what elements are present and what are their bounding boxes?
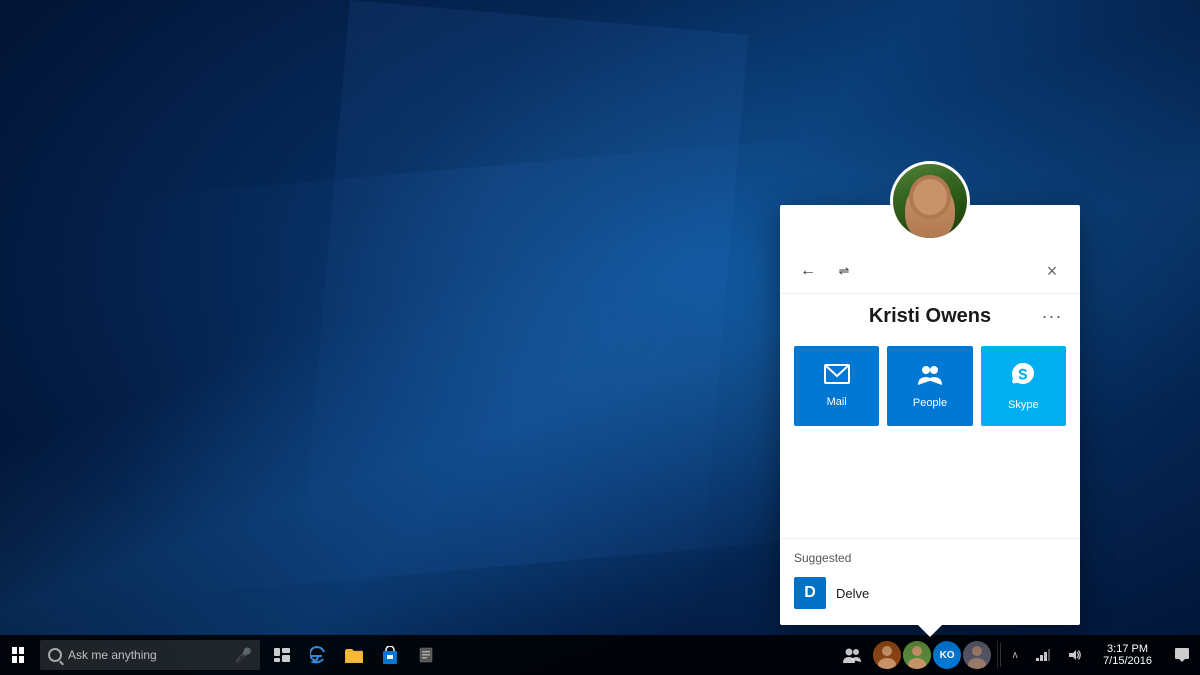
more-options-button[interactable]: ··· [1038, 302, 1066, 330]
taskbar: Ask me anything 🎤 [0, 635, 1200, 675]
contact-avatar-1[interactable] [873, 641, 901, 669]
delve-label: Delve [836, 586, 869, 601]
windows-logo [12, 647, 24, 663]
contact-avatar-3[interactable] [963, 641, 991, 669]
adjust-button[interactable]: ⇌ [830, 257, 858, 285]
avatar-container [780, 161, 1080, 241]
contact-avatar-ko[interactable]: KO [933, 641, 961, 669]
card-header: ← ⇌ × [780, 245, 1080, 294]
unknown-app-button[interactable] [408, 635, 444, 675]
contact-name: Kristi Owens [869, 305, 991, 328]
delve-icon: D [794, 577, 826, 609]
notification-button[interactable] [1164, 635, 1200, 675]
search-bar[interactable]: Ask me anything 🎤 [40, 640, 260, 670]
taskbar-contacts: KO [867, 641, 998, 669]
skype-tile-label: Skype [1008, 399, 1039, 411]
file-explorer-button[interactable] [336, 635, 372, 675]
system-tray-overflow[interactable]: ∧ [1003, 635, 1027, 675]
mail-icon [824, 364, 850, 390]
taskbar-right: KO ∧ [837, 635, 1200, 675]
system-clock[interactable]: 3:17 PM 7/15/2016 [1091, 635, 1164, 675]
clock-date: 7/15/2016 [1103, 655, 1152, 667]
task-view-button[interactable] [264, 635, 300, 675]
edge-button[interactable] [300, 635, 336, 675]
card-name-row: Kristi Owens ··· [780, 294, 1080, 334]
suggested-label: Suggested [794, 551, 1066, 565]
search-placeholder-text: Ask me anything [68, 648, 157, 662]
contact-avatar [890, 161, 970, 241]
network-settings-button[interactable] [1027, 635, 1059, 675]
taskbar-divider [1000, 643, 1001, 667]
card-empty-area [780, 438, 1080, 538]
card-header-left: ← ⇌ [794, 257, 858, 285]
search-icon [48, 648, 62, 662]
contact-avatar-2[interactable] [903, 641, 931, 669]
start-button[interactable] [0, 635, 36, 675]
people-tile[interactable]: People [887, 346, 972, 426]
skype-tile[interactable]: Skype [981, 346, 1066, 426]
clock-time: 3:17 PM [1107, 643, 1148, 655]
mail-tile-label: Mail [827, 396, 847, 408]
store-button[interactable] [372, 635, 408, 675]
close-button[interactable]: × [1038, 257, 1066, 285]
mail-tile[interactable]: Mail [794, 346, 879, 426]
mic-icon[interactable]: 🎤 [235, 647, 252, 664]
volume-icon[interactable] [1059, 635, 1091, 675]
taskbar-people-button[interactable] [837, 647, 867, 663]
people-contact-card: ← ⇌ × Kristi Owens ··· Mail [780, 205, 1080, 625]
people-icon [916, 363, 944, 391]
action-tiles: Mail People [780, 334, 1080, 438]
back-button[interactable]: ← [794, 257, 822, 285]
suggested-section: Suggested D Delve [780, 538, 1080, 625]
delve-item[interactable]: D Delve [794, 573, 1066, 613]
skype-icon [1010, 361, 1036, 393]
people-tile-label: People [913, 397, 947, 409]
